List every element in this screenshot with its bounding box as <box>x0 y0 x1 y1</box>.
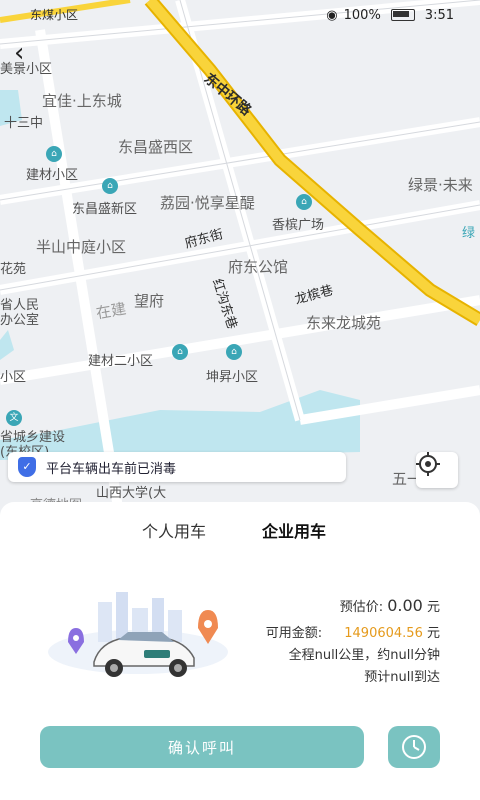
poi-marker-icon: ⌂ <box>226 344 242 360</box>
disinfect-notice: ✓ 平台车辆出车前已消毒 <box>8 452 346 482</box>
poi-marker-icon: ⌂ <box>102 178 118 194</box>
trip-info: 全程null公里，约null分钟 <box>288 648 440 663</box>
schedule-button[interactable] <box>388 726 440 768</box>
balance-row: 可用金额: 1490604.56 元 <box>266 622 440 641</box>
poi-shanxi-univ: 山西大学(大 <box>96 486 167 501</box>
poi-marker-icon: ⌂ <box>296 194 312 210</box>
poi-donglai: 东来龙城苑 <box>306 314 382 332</box>
balance-value: 1490604.56 <box>344 626 423 641</box>
poi-dongchang-new: 东昌盛新区 <box>72 202 138 217</box>
estimate-unit: 元 <box>426 600 440 615</box>
clock-time: 3:51 <box>424 7 454 23</box>
poi-shisan: 十三中 <box>4 116 44 131</box>
poi-lvjing: 绿景·未来 <box>408 176 473 194</box>
tab-enterprise[interactable]: 企业用车 <box>262 518 326 542</box>
battery-icon <box>390 9 415 21</box>
estimate-label: 预估价: <box>339 600 384 615</box>
poi-fudong-office: 府东公馆 <box>228 258 289 276</box>
poi-huayuan: 花苑 <box>0 262 27 277</box>
estimate-value: 0.00 <box>387 596 423 615</box>
poi-jiancai2: 建材二小区 <box>88 354 154 369</box>
estimate-row: 预估价: 0.00 元 <box>340 596 440 615</box>
poi-kunsheng: 坤昇小区 <box>206 370 259 385</box>
location-icon: ◉ <box>326 7 338 23</box>
poi-jiancai: 建材小区 <box>26 168 79 183</box>
poi-liyuan: 荔园·悦享星醍 <box>160 194 255 212</box>
poi-banshan: 半山中庭小区 <box>36 238 127 256</box>
poi-marker-icon: 文 <box>6 410 22 426</box>
tab-bar: 个人用车 企业用车 <box>0 518 480 548</box>
shield-icon: ✓ <box>18 457 36 477</box>
poi-xiaoqu: 小区 <box>0 370 27 385</box>
car-illustration <box>48 592 228 677</box>
poi-provincial: 省人民 办公室 <box>0 298 40 328</box>
confirm-call-button[interactable]: 确认呼叫 <box>40 726 364 768</box>
poi-xiangbin: 香槟广场 <box>272 218 325 233</box>
balance-label: 可用金额: <box>265 626 323 641</box>
status-bar: 东煤小区 ◉ 100% 3:51 <box>0 0 480 30</box>
tab-personal[interactable]: 个人用车 <box>142 518 206 542</box>
poi-marker-icon: ⌂ <box>172 344 188 360</box>
poi-marker-icon: ⌂ <box>46 146 62 162</box>
balance-unit: 元 <box>426 626 440 641</box>
notice-text: 平台车辆出车前已消毒 <box>46 461 177 477</box>
clock-icon <box>402 735 426 759</box>
poi-wangfu: 望府 <box>134 292 165 310</box>
locate-button[interactable] <box>416 452 458 488</box>
arrival-info: 预计null到达 <box>364 670 440 685</box>
poi-dongchang-west: 东昌盛西区 <box>118 138 194 156</box>
locate-icon <box>416 452 440 476</box>
poi-yijia: 宜佳·上东城 <box>42 92 122 110</box>
poi-meijing: 美景小区 <box>0 62 53 77</box>
status-poi-label: 东煤小区 <box>30 8 79 22</box>
battery-percent: 100% <box>343 7 381 23</box>
map-view[interactable]: 东煤小区 ◉ 100% 3:51 ‹ 东中环路 府东街 红沟东巷 龙槟巷 美景小… <box>0 0 480 520</box>
poi-lv: 绿 <box>462 226 476 241</box>
booking-panel: 个人用车 企业用车 预估价: 0.00 元 可用金额: 1490604.56 元… <box>0 502 480 800</box>
